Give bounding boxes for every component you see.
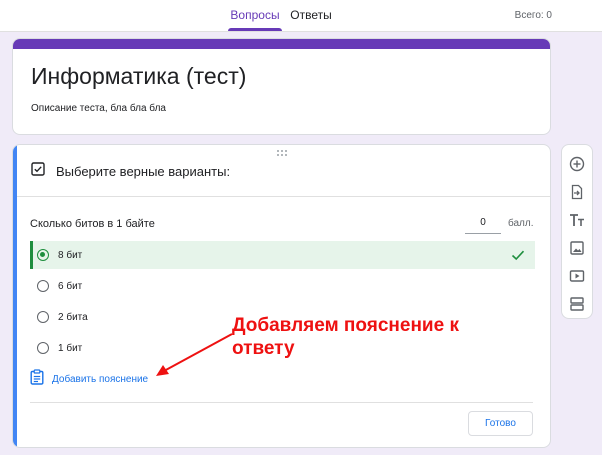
points-input[interactable]: 0 bbox=[465, 213, 501, 234]
add-video-icon[interactable] bbox=[569, 268, 585, 284]
tab-questions[interactable]: Вопросы bbox=[226, 0, 284, 31]
tab-answers[interactable]: Ответы bbox=[288, 0, 334, 31]
radio-unselected[interactable] bbox=[37, 342, 49, 354]
points-label: балл. bbox=[508, 218, 534, 229]
annotation-line-1: Добавляем пояснение к bbox=[232, 315, 459, 336]
add-question-icon[interactable] bbox=[569, 156, 585, 172]
checkbox-list-icon bbox=[30, 161, 46, 182]
form-description[interactable]: Описание теста, бла бла бла bbox=[31, 103, 166, 114]
add-title-icon[interactable] bbox=[569, 212, 585, 228]
section-header: Выберите верные варианты: bbox=[30, 159, 230, 183]
option-label: 6 бит bbox=[58, 280, 83, 292]
active-tab-indicator bbox=[228, 28, 282, 31]
active-card-indicator bbox=[13, 145, 17, 447]
side-toolbar bbox=[561, 144, 593, 319]
divider bbox=[30, 402, 533, 403]
option-label: 1 бит bbox=[58, 342, 83, 354]
top-tab-bar: Вопросы Ответы Всего: 0 bbox=[0, 0, 602, 32]
question-card[interactable]: Выберите верные варианты: Сколько битов … bbox=[12, 144, 551, 448]
form-title-card[interactable]: Информатика (тест) Описание теста, бла б… bbox=[12, 38, 551, 135]
annotation-arrow bbox=[156, 333, 233, 376]
question-text[interactable]: Сколько битов в 1 байте bbox=[30, 218, 155, 230]
done-button[interactable]: Готово bbox=[468, 411, 533, 436]
option-label: 2 бита bbox=[58, 311, 88, 323]
annotation-text: Добавляем пояснение к ответу bbox=[232, 314, 522, 360]
clipboard-icon bbox=[30, 369, 44, 390]
tab-questions-label: Вопросы bbox=[230, 8, 280, 22]
answer-option-correct[interactable]: 8 бит bbox=[30, 241, 535, 269]
add-image-icon[interactable] bbox=[569, 240, 585, 256]
divider bbox=[17, 196, 550, 197]
checkmark-icon bbox=[511, 248, 525, 262]
total-points: Всего: 0 bbox=[514, 10, 552, 21]
import-questions-icon[interactable] bbox=[569, 184, 585, 200]
annotation-line-2: ответу bbox=[232, 338, 295, 359]
option-label: 8 бит bbox=[58, 249, 83, 261]
tab-answers-label: Ответы bbox=[290, 8, 332, 22]
add-explanation-label: Добавить пояснение bbox=[52, 374, 149, 385]
add-section-icon[interactable] bbox=[569, 296, 585, 312]
radio-unselected[interactable] bbox=[37, 311, 49, 323]
add-explanation-link[interactable]: Добавить пояснение bbox=[30, 369, 148, 390]
form-title[interactable]: Информатика (тест) bbox=[31, 63, 246, 90]
drag-handle-icon[interactable] bbox=[277, 150, 289, 158]
radio-unselected[interactable] bbox=[37, 280, 49, 292]
answer-option[interactable]: 6 бит bbox=[30, 272, 535, 300]
section-title: Выберите верные варианты: bbox=[56, 163, 231, 179]
radio-selected[interactable] bbox=[37, 249, 49, 261]
accent-band bbox=[13, 39, 550, 49]
